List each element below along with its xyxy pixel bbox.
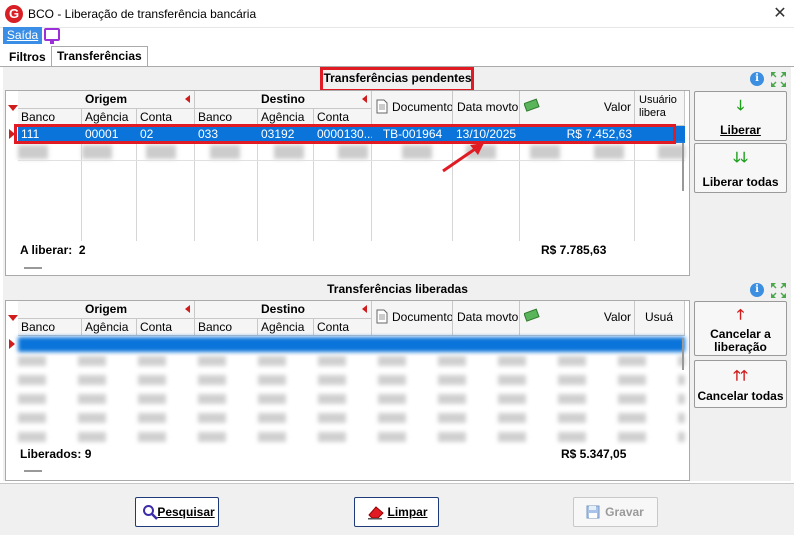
group-destino: Destino bbox=[195, 91, 372, 109]
expand-icon-released[interactable] bbox=[770, 282, 787, 299]
pending-total: R$ 7.785,63 bbox=[541, 243, 607, 257]
col-valor-rel[interactable]: Valor bbox=[520, 301, 635, 336]
released-grid: Origem Destino Banco Agência Conta Banco… bbox=[5, 300, 690, 481]
group-origem-released: Origem bbox=[18, 301, 195, 319]
close-icon[interactable]: ✕ bbox=[768, 2, 792, 26]
double-arrow-up-red-icon: 🡑🡑 bbox=[733, 367, 748, 383]
group-destino-released: Destino bbox=[195, 301, 372, 319]
window-title: BCO - Liberação de transferência bancári… bbox=[28, 7, 257, 21]
eraser-icon bbox=[368, 506, 384, 520]
horizontal-scrollbar-released[interactable] bbox=[24, 470, 42, 472]
col-data-movto[interactable]: Data movto bbox=[453, 91, 520, 126]
col-data-movto-rel[interactable]: Data movto bbox=[453, 301, 520, 336]
col-valor[interactable]: Valor bbox=[520, 91, 635, 126]
released-row[interactable] bbox=[18, 394, 685, 404]
arrow-down-green-icon: 🡓 bbox=[736, 97, 745, 113]
released-row-selected[interactable] bbox=[18, 337, 685, 352]
document-icon bbox=[376, 309, 388, 324]
released-row[interactable] bbox=[18, 356, 685, 366]
liberar-todas-button[interactable]: 🡓🡓 Liberar todas bbox=[694, 143, 787, 193]
released-row[interactable] bbox=[18, 413, 685, 423]
col-usuario-rel[interactable]: Usuá bbox=[635, 301, 685, 336]
selected-row-highlight bbox=[14, 124, 676, 144]
arrow-up-red-icon: 🡑 bbox=[736, 306, 745, 322]
group-origem: Origem bbox=[18, 91, 195, 109]
vertical-scrollbar-released[interactable] bbox=[682, 338, 684, 370]
money-icon bbox=[524, 308, 540, 322]
info-icon-released[interactable]: i bbox=[750, 283, 764, 297]
released-total: R$ 5.347,05 bbox=[561, 447, 627, 461]
menu-saida[interactable]: Saída bbox=[3, 27, 42, 44]
info-icon[interactable]: i bbox=[750, 72, 764, 86]
limpar-button[interactable]: Limpar bbox=[354, 497, 439, 527]
pending-row-blurred[interactable] bbox=[18, 145, 685, 159]
col-agencia-destino-rel[interactable]: Agência bbox=[258, 319, 314, 336]
app-logo-icon: G bbox=[5, 5, 23, 23]
sort-down-icon bbox=[8, 105, 18, 111]
gravar-button[interactable]: Gravar bbox=[573, 497, 658, 527]
released-panel-title: Transferências liberadas bbox=[327, 282, 468, 296]
released-row[interactable] bbox=[18, 432, 685, 442]
pending-footer-label: A liberar: 2 bbox=[20, 243, 86, 257]
search-icon bbox=[143, 505, 158, 520]
pending-count: 2 bbox=[78, 243, 86, 257]
sort-down-icon-released bbox=[8, 315, 18, 321]
released-footer-label: Liberados: 9 bbox=[20, 447, 92, 461]
cancelar-liberacao-button[interactable]: 🡑 Cancelar a liberação bbox=[694, 301, 787, 356]
money-icon bbox=[524, 98, 540, 112]
released-panel-header: Transferências liberadas bbox=[5, 278, 790, 300]
cancelar-todas-button[interactable]: 🡑🡑 Cancelar todas bbox=[694, 360, 787, 408]
col-banco-rel[interactable]: Banco bbox=[18, 319, 82, 336]
vertical-scrollbar[interactable] bbox=[682, 143, 684, 191]
monitor-icon[interactable] bbox=[44, 28, 60, 44]
col-banco-destino-rel[interactable]: Banco bbox=[195, 319, 258, 336]
col-conta-destino-rel[interactable]: Conta bbox=[314, 319, 372, 336]
tab-transferencias[interactable]: Transferências bbox=[51, 46, 148, 66]
pending-title-highlight bbox=[320, 67, 474, 92]
pesquisar-button[interactable]: Pesquisar bbox=[135, 497, 219, 527]
horizontal-scrollbar[interactable] bbox=[24, 267, 42, 269]
pending-grid: Origem Destino Banco Agência Conta Banco… bbox=[5, 90, 690, 276]
save-icon bbox=[586, 505, 600, 519]
col-agencia-rel[interactable]: Agência bbox=[82, 319, 137, 336]
liberar-button[interactable]: 🡓 Liberar bbox=[694, 91, 787, 141]
double-arrow-down-green-icon: 🡓🡓 bbox=[733, 149, 748, 165]
col-documento[interactable]: Documento bbox=[372, 91, 453, 126]
callout-arrow-icon bbox=[442, 143, 484, 173]
expand-icon[interactable] bbox=[770, 71, 787, 88]
row-indicator-icon bbox=[9, 339, 15, 349]
released-row[interactable] bbox=[18, 375, 685, 385]
tab-filtros[interactable]: Filtros bbox=[4, 48, 50, 67]
col-conta-rel[interactable]: Conta bbox=[137, 319, 195, 336]
col-usuario-libera[interactable]: Usuário libera bbox=[635, 91, 685, 126]
col-documento-rel[interactable]: Documento bbox=[372, 301, 453, 336]
document-icon bbox=[376, 99, 388, 114]
released-count: 9 bbox=[84, 447, 92, 461]
